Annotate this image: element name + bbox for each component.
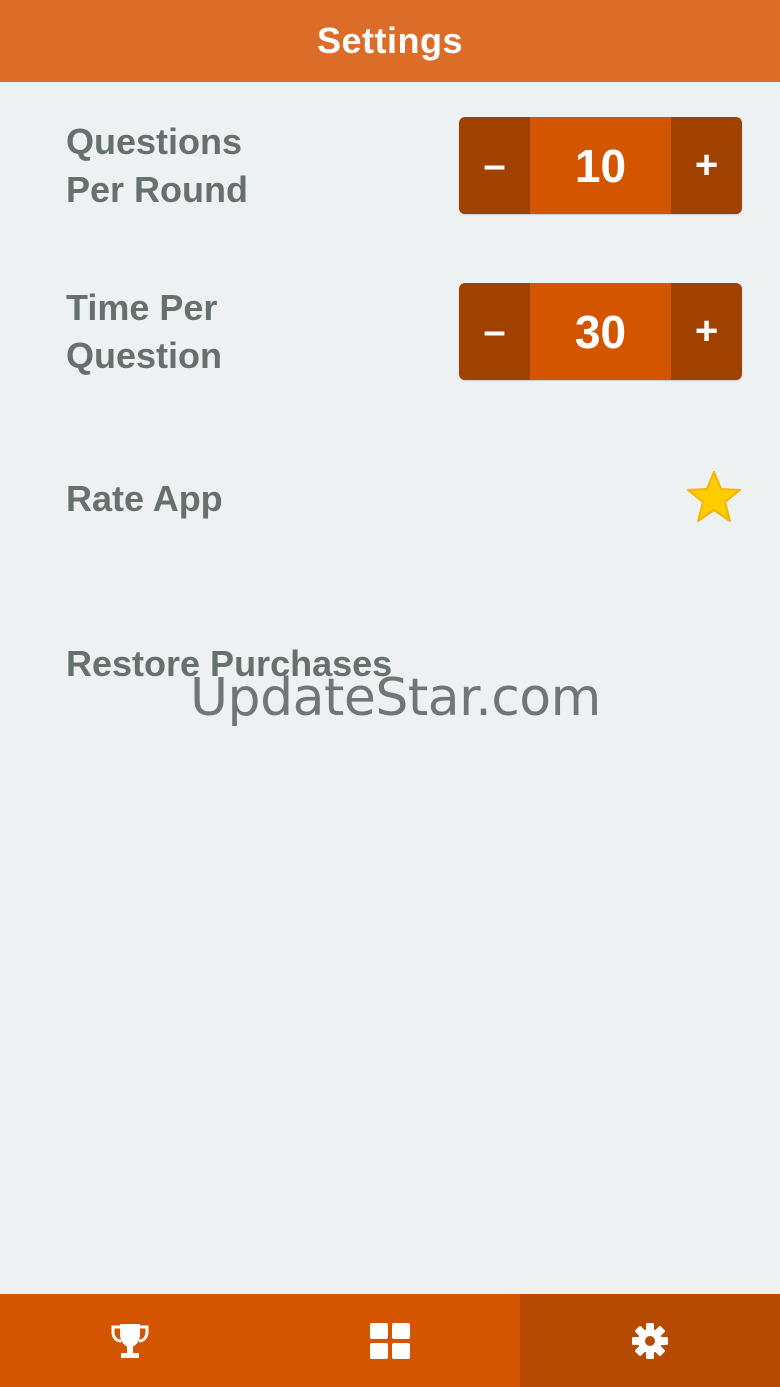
trophy-icon	[109, 1322, 151, 1360]
bottom-tab-bar	[0, 1294, 780, 1387]
time-increment-button[interactable]: +	[671, 283, 742, 380]
time-per-question-stepper: – 30 +	[459, 283, 742, 380]
time-per-question-value: 30	[530, 283, 671, 380]
time-per-question-label-line1: Time Per	[66, 287, 218, 328]
time-per-question-label-line2: Question	[66, 335, 223, 376]
questions-per-round-stepper: – 10 +	[459, 117, 742, 214]
questions-decrement-button[interactable]: –	[459, 117, 530, 214]
time-per-question-label: Time Per Question	[66, 284, 326, 380]
page-title: Settings	[316, 20, 463, 61]
tab-leaderboard[interactable]	[0, 1294, 260, 1387]
questions-increment-button[interactable]: +	[671, 117, 742, 214]
time-decrement-button[interactable]: –	[459, 283, 530, 380]
tab-settings[interactable]	[520, 1294, 780, 1387]
questions-per-round-label-line2: Per Round	[66, 169, 249, 210]
watermark-text: UpdateStar.com	[190, 668, 601, 728]
questions-per-round-label: Questions Per Round	[66, 118, 326, 214]
header-bar: Settings	[0, 0, 780, 82]
tab-categories[interactable]	[260, 1294, 520, 1387]
questions-per-round-label-line1: Questions	[66, 121, 243, 162]
gear-icon	[631, 1322, 669, 1360]
star-icon[interactable]	[686, 470, 742, 524]
rate-app-label[interactable]: Rate App	[66, 475, 223, 523]
grid-icon	[370, 1322, 410, 1359]
questions-per-round-value: 10	[530, 117, 671, 214]
